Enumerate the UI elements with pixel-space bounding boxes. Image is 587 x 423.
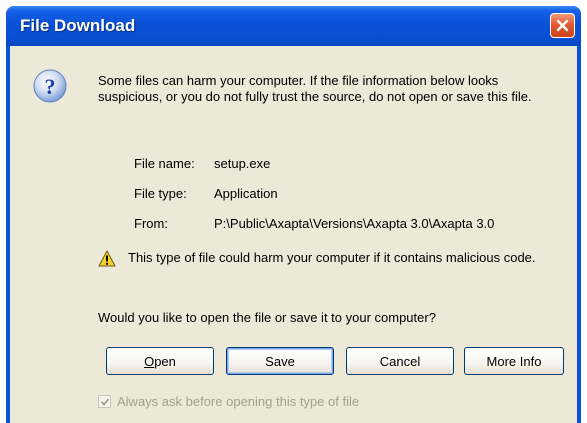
always-ask-option[interactable]: Always ask before opening this type of f… <box>98 394 359 409</box>
open-button[interactable]: Open <box>106 347 214 375</box>
window-title: File Download <box>20 16 136 35</box>
cancel-button[interactable]: Cancel <box>346 347 454 375</box>
close-icon <box>556 19 569 32</box>
close-button[interactable] <box>550 13 575 38</box>
file-type-value: Application <box>214 186 278 201</box>
check-icon <box>100 397 109 406</box>
prompt-question: Would you like to open the file or save … <box>98 310 436 325</box>
open-button-label: Open <box>144 353 176 369</box>
file-name-value: setup.exe <box>214 156 271 171</box>
more-info-button-label: More Info <box>486 353 542 369</box>
always-ask-label: Always ask before opening this type of f… <box>117 394 360 409</box>
title-bar[interactable]: File Download <box>6 6 581 46</box>
intro-message: Some files can harm your computer. If th… <box>98 73 532 104</box>
file-from-value: P:\Public\Axapta\Versions\Axapta 3.0\Axa… <box>214 216 495 231</box>
always-ask-checkbox[interactable] <box>98 395 111 408</box>
dialog-body: ? Some files can harm your computer. If … <box>10 46 577 423</box>
warning-message: This type of file could harm your comput… <box>128 250 536 265</box>
warning-icon <box>98 250 116 267</box>
file-name-label: File name: <box>134 156 195 171</box>
svg-text:?: ? <box>45 74 56 99</box>
question-icon: ? <box>33 69 67 103</box>
more-info-button[interactable]: More Info <box>464 347 564 375</box>
file-type-label: File type: <box>134 186 187 201</box>
file-download-dialog: File Download ? Some files can harm your… <box>6 6 581 423</box>
cancel-button-label: Cancel <box>379 353 421 369</box>
save-button[interactable]: Save <box>226 347 334 375</box>
file-from-label: From: <box>134 216 168 231</box>
save-button-label: Save <box>265 353 295 369</box>
